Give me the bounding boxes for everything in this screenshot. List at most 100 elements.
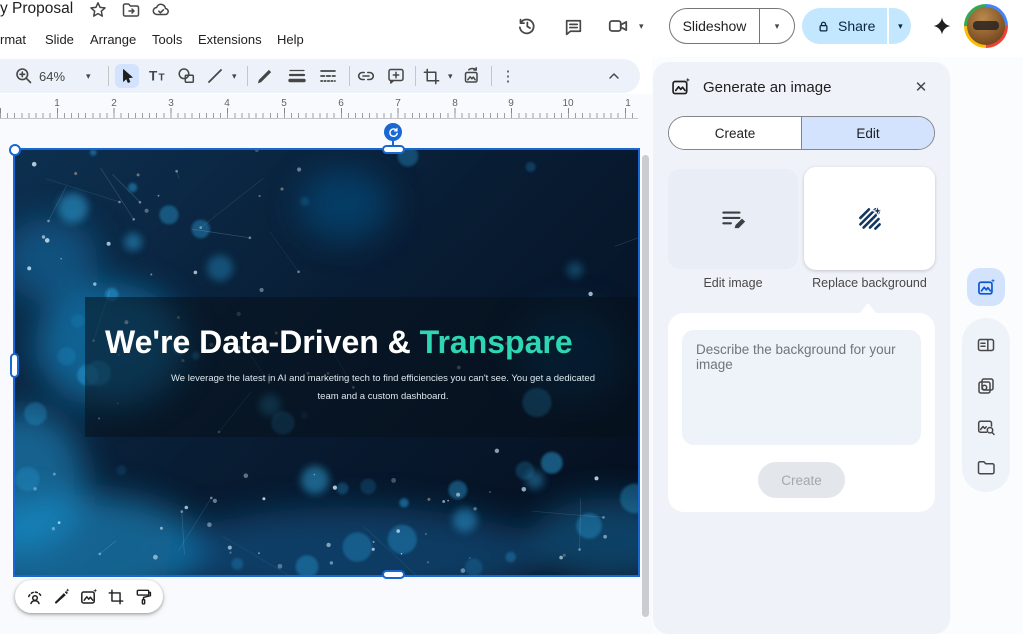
toolbar-divider (247, 66, 248, 86)
gemini-button[interactable] (930, 14, 954, 38)
menu-item-slide[interactable]: Slide (45, 32, 74, 47)
shapes-icon (176, 66, 196, 86)
slide-image[interactable]: We're Data-Driven & Transpare We leverag… (13, 148, 640, 577)
line-tool-button[interactable] (203, 64, 227, 88)
gemini-sparkle-icon (932, 16, 952, 36)
format-paint-button[interactable] (130, 584, 156, 610)
account-avatar[interactable] (964, 4, 1008, 48)
prompt-card: Create (668, 313, 935, 512)
create-button[interactable]: Create (758, 462, 845, 498)
edit-image-icon (718, 204, 748, 234)
remove-background-button[interactable] (22, 584, 48, 610)
svg-text:T: T (159, 73, 165, 84)
zoom-dropdown-caret[interactable]: ▾ (86, 72, 91, 81)
horizontal-ruler: 1 2 3 4 5 6 7 8 9 10 1 (0, 97, 638, 119)
close-panel-button[interactable]: ✕ (908, 74, 934, 100)
add-comment-button[interactable] (384, 64, 408, 88)
mode-replace-background-label: Replace background (804, 276, 935, 290)
star-icon[interactable] (88, 0, 108, 20)
ruler-number: 10 (562, 98, 573, 109)
replace-image-button[interactable] (460, 64, 484, 88)
more-vertical-icon: ⋮ (501, 69, 516, 84)
meet-button[interactable] (603, 14, 633, 38)
article-card-icon (976, 335, 996, 355)
ruler-number: 9 (508, 98, 514, 109)
slide-heading-accent: Transpare (420, 324, 573, 360)
resize-handle-left-middle[interactable] (10, 353, 19, 378)
cloud-saved-icon[interactable] (151, 0, 171, 20)
sidebar-item-image-search[interactable] (974, 415, 998, 439)
tab-create[interactable]: Create (669, 117, 801, 149)
border-weight-icon (287, 66, 307, 86)
move-to-folder-icon[interactable] (121, 0, 141, 20)
text-box-tool-button[interactable]: T T (145, 64, 169, 88)
border-color-button[interactable] (252, 64, 276, 88)
background-prompt-input[interactable] (682, 330, 921, 445)
line-icon (205, 66, 225, 86)
menu-item-extensions[interactable]: Extensions (198, 32, 262, 47)
mode-edit-image-label: Edit image (668, 276, 798, 290)
generate-image-panel-icon (670, 76, 692, 98)
zoom-level-value[interactable]: 64% (39, 69, 65, 84)
crop-dropdown-caret[interactable]: ▾ (448, 72, 453, 81)
magic-edit-button[interactable] (49, 584, 75, 610)
rotate-handle[interactable] (384, 123, 402, 141)
select-tool-button[interactable] (115, 64, 139, 88)
crop-icon (422, 67, 441, 86)
cursor-arrow-icon (118, 67, 136, 85)
line-dropdown-caret[interactable]: ▾ (232, 72, 237, 81)
more-options-button[interactable]: ⋮ (496, 64, 520, 88)
menu-item-help[interactable]: Help (277, 32, 304, 47)
slideshow-dropdown-caret: ▾ (775, 22, 780, 31)
sidebar-item-photos[interactable] (974, 374, 998, 398)
chevron-up-icon (606, 68, 622, 84)
resize-handle-top-middle[interactable] (382, 145, 405, 154)
tab-edit[interactable]: Edit (801, 117, 934, 149)
insert-link-button[interactable] (354, 64, 378, 88)
sidebar-item-folder[interactable] (974, 456, 998, 480)
network-background-image: We're Data-Driven & Transpare We leverag… (15, 150, 638, 575)
text-box-icon: T T (147, 66, 167, 86)
document-title[interactable]: y Proposal (0, 0, 73, 18)
menu-item-format-partial[interactable]: rmat (0, 32, 26, 47)
share-split-button: Share ▾ (802, 8, 911, 44)
lock-icon (816, 19, 831, 34)
magic-pen-icon (52, 587, 71, 606)
sidebar-item-templates[interactable] (974, 333, 998, 357)
resize-handle-top-left[interactable] (9, 144, 21, 156)
menu-item-tools[interactable]: Tools (152, 32, 182, 47)
generate-image-button[interactable] (76, 584, 102, 610)
shape-tool-button[interactable] (174, 64, 198, 88)
ruler-number: 5 (281, 98, 287, 109)
canvas-scrollbar[interactable] (642, 155, 649, 617)
comment-add-icon (386, 66, 406, 86)
sidebar-item-generate-image[interactable] (967, 268, 1005, 306)
meet-dropdown-caret[interactable]: ▾ (639, 22, 644, 31)
border-dash-button[interactable] (316, 64, 340, 88)
hide-menus-button[interactable] (602, 64, 626, 88)
share-dropdown[interactable]: ▾ (889, 8, 911, 44)
crop-tool-button[interactable] (419, 64, 443, 88)
link-icon (356, 66, 376, 86)
comments-button[interactable] (561, 14, 585, 38)
ruler-number: 6 (338, 98, 344, 109)
person-rays-icon (25, 587, 45, 607)
mode-edit-image-card[interactable] (668, 169, 798, 269)
mode-replace-background-card[interactable] (804, 167, 935, 270)
zoom-button[interactable] (12, 64, 36, 88)
slide-subtitle-line2: team and a custom dashboard. (318, 391, 449, 402)
crop-quick-button[interactable] (103, 584, 129, 610)
sidebar-tools-group (962, 318, 1010, 492)
border-weight-button[interactable] (285, 64, 309, 88)
generate-image-panel: Generate an image ✕ Create Edit Edit ima… (653, 62, 950, 634)
toolbar-divider (491, 66, 492, 86)
ruler-number: 4 (224, 98, 230, 109)
slideshow-button[interactable]: Slideshow (670, 9, 759, 43)
version-history-button[interactable] (515, 14, 539, 38)
slideshow-dropdown[interactable]: ▾ (759, 9, 794, 43)
share-button[interactable]: Share (802, 8, 887, 44)
resize-handle-bottom-middle[interactable] (382, 570, 405, 579)
photo-stack-icon (976, 376, 996, 396)
menu-item-arrange[interactable]: Arrange (90, 32, 136, 47)
ruler-ticks (0, 97, 638, 118)
